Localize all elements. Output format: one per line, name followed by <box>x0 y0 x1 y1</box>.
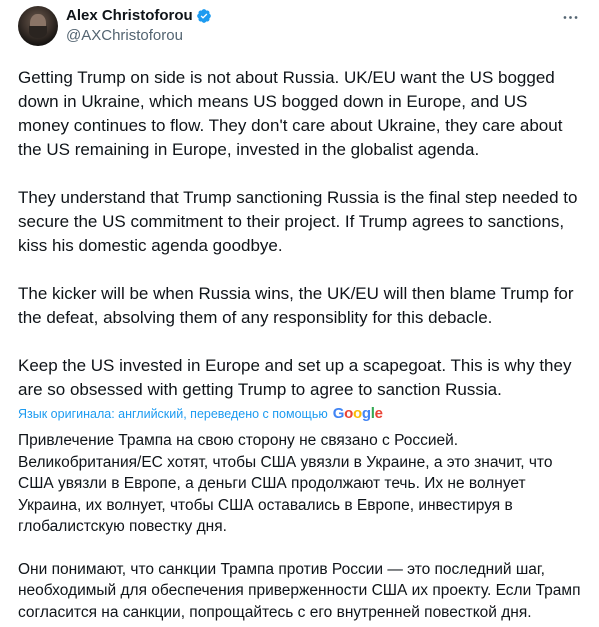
verified-badge-icon <box>196 8 212 24</box>
author-handle[interactable]: @AXChristoforou <box>66 26 212 46</box>
translated-paragraph: Привлечение Трампа на свою сторону не св… <box>18 432 553 535</box>
avatar[interactable] <box>18 6 58 46</box>
tweet-paragraph: They understand that Trump sanctioning R… <box>18 188 578 255</box>
translated-paragraph: Они понимают, что санкции Трампа против … <box>18 560 581 621</box>
tweet-paragraph: Keep the US invested in Europe and set u… <box>18 356 572 399</box>
tweet-paragraph: The kicker will be when Russia wins, the… <box>18 284 574 327</box>
more-options-icon[interactable] <box>559 6 581 28</box>
name-row: Alex Christoforou <box>66 6 212 26</box>
tweet-card: Alex Christoforou @AXChristoforou Gettin… <box>0 0 599 627</box>
author-info: Alex Christoforou @AXChristoforou <box>66 6 212 46</box>
author-display-name[interactable]: Alex Christoforou <box>66 6 193 26</box>
tweet-body: Getting Trump on side is not about Russi… <box>18 62 599 623</box>
tweet-header: Alex Christoforou @AXChristoforou <box>18 0 599 62</box>
google-logo: Google <box>332 405 383 422</box>
tweet-paragraph: Getting Trump on side is not about Russi… <box>18 68 563 159</box>
avatar-beard <box>29 26 47 38</box>
translation-note[interactable]: Язык оригинала: английский, переведено с… <box>18 404 583 424</box>
translation-note-text: Язык оригинала: английский, переведено с… <box>18 407 328 421</box>
